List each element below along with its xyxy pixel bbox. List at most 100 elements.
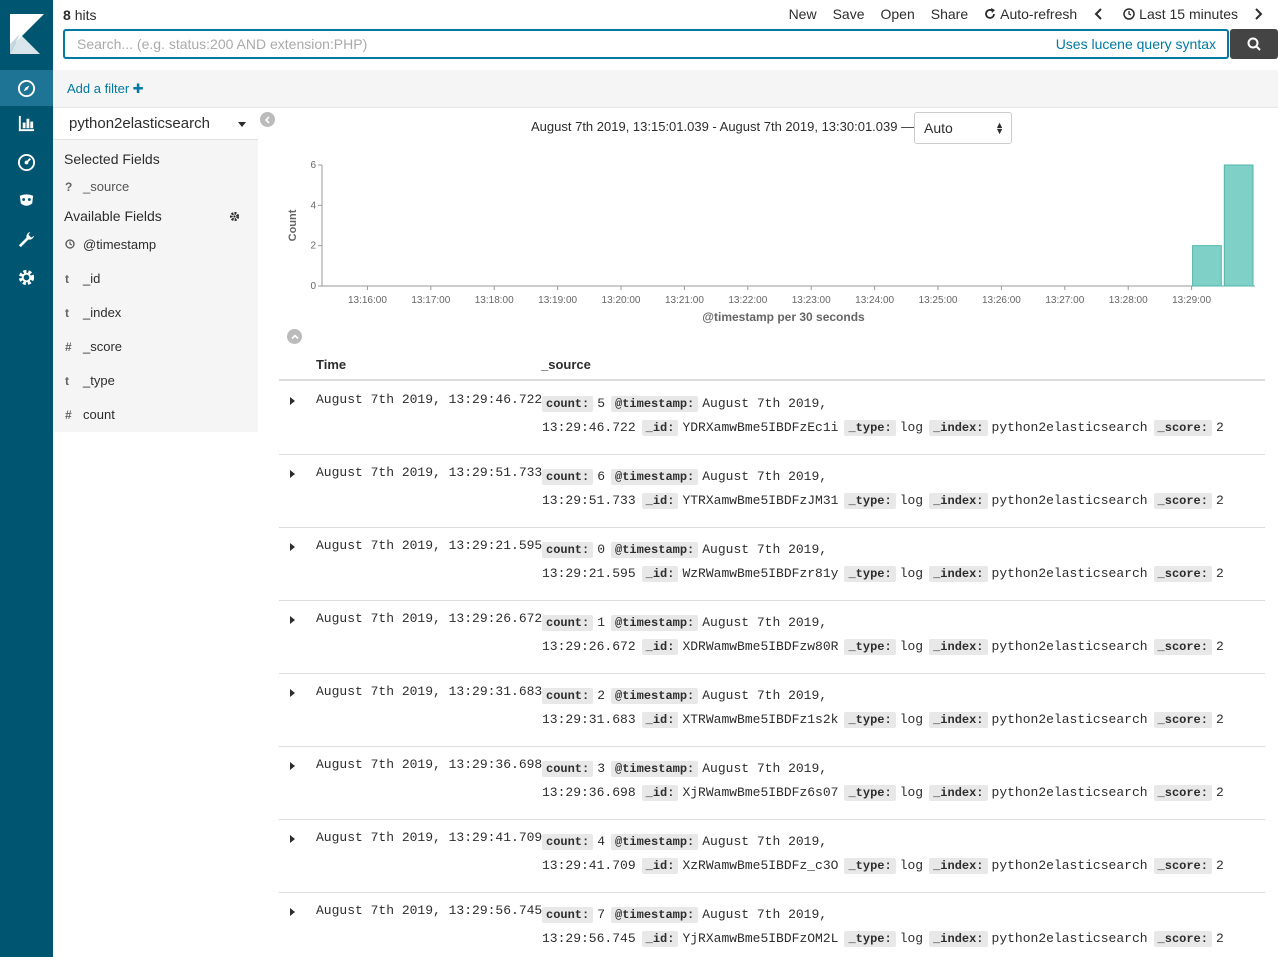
expand-row-icon[interactable] xyxy=(290,470,295,478)
field-settings-button[interactable] xyxy=(229,209,240,225)
expand-row-icon[interactable] xyxy=(290,835,295,843)
row-source: count: 0 @timestamp: August 7th 2019, 13:29… xyxy=(542,538,1242,586)
nav-discover[interactable] xyxy=(0,70,53,106)
y-tick-label: 4 xyxy=(310,200,316,211)
row-source: count: 5 @timestamp: August 7th 2019, 13:29… xyxy=(542,392,1242,440)
x-axis-label: @timestamp per 30 seconds xyxy=(702,310,865,324)
field-item[interactable]: t _type xyxy=(65,373,115,388)
source-key: _type: xyxy=(844,785,896,801)
row-time: August 7th 2019, 13:29:26.672 xyxy=(316,611,543,626)
field-item[interactable]: @timestamp xyxy=(65,237,156,252)
histogram-bar xyxy=(1223,164,1254,287)
source-key: _score: xyxy=(1153,858,1212,874)
source-value: python2elasticsearch xyxy=(991,493,1148,508)
time-next-button[interactable] xyxy=(1254,8,1268,20)
source-key: @timestamp: xyxy=(611,396,699,412)
field-name: _score xyxy=(83,339,123,354)
nav-dev-tools[interactable] xyxy=(0,221,53,257)
field-type-icon: ? xyxy=(65,179,73,194)
row-source: count: 3 @timestamp: August 7th 2019, 13:29… xyxy=(542,757,1242,805)
save-button[interactable]: Save xyxy=(833,6,865,22)
new-button[interactable]: New xyxy=(789,6,817,22)
source-value: 3 xyxy=(597,761,606,776)
source-value: python2elasticsearch xyxy=(991,566,1148,581)
time-prev-button[interactable] xyxy=(1093,8,1107,20)
nav-dashboard[interactable] xyxy=(0,144,53,180)
source-value: python2elasticsearch xyxy=(991,712,1148,727)
chevron-right-icon xyxy=(1255,8,1263,20)
open-button[interactable]: Open xyxy=(881,6,915,22)
source-key: count: xyxy=(542,469,594,485)
field-item[interactable]: t _index xyxy=(65,305,121,320)
source-key: _id: xyxy=(641,712,679,728)
hits-counter: 8 hits xyxy=(63,7,96,23)
source-key: _index: xyxy=(929,639,988,655)
search-input[interactable] xyxy=(63,29,1229,59)
x-tick-label: 13:22:00 xyxy=(728,295,767,306)
time-column-header[interactable]: Time xyxy=(316,357,346,372)
time-picker-button[interactable]: Last 15 minutes xyxy=(1123,6,1238,22)
side-nav xyxy=(0,0,53,957)
histogram-svg: 0 2 4 6 13:16:00 13:17:00 13:18:00 13:19:00 13:2… xyxy=(287,160,1255,324)
expand-row-icon[interactable] xyxy=(290,543,295,551)
source-value: XDRWamwBme5IBDFzw80R xyxy=(682,639,839,654)
field-item[interactable]: t _id xyxy=(65,271,100,286)
interval-select[interactable]: Auto ▲ ▼ xyxy=(914,112,1012,144)
field-item[interactable]: # count xyxy=(65,407,115,422)
source-value: 2 xyxy=(1215,420,1224,435)
top-menu: New Save Open Share Auto-refresh Last 15… xyxy=(773,6,1268,22)
x-tick-label: 13:20:00 xyxy=(602,295,641,306)
expand-row-icon[interactable] xyxy=(290,689,295,697)
field-type-icon: t xyxy=(65,271,69,286)
row-source: count: 7 @timestamp: August 7th 2019, 13:29… xyxy=(542,903,1242,951)
toggle-chart-button[interactable] xyxy=(287,329,302,344)
field-name: _index xyxy=(83,305,122,320)
expand-row-icon[interactable] xyxy=(290,397,295,405)
source-value: log xyxy=(899,712,924,727)
table-row[interactable]: August 7th 2019, 13:29:26.672 count: 1 @tim… xyxy=(279,601,1265,674)
lucene-syntax-link[interactable]: Uses lucene query syntax xyxy=(1056,36,1216,52)
table-row[interactable]: August 7th 2019, 13:29:21.595 count: 0 @tim… xyxy=(279,528,1265,601)
source-value: 2 xyxy=(1215,931,1224,946)
field-type-icon: t xyxy=(65,305,69,320)
y-axis-label: Count xyxy=(287,209,299,241)
interval-value: Auto xyxy=(924,120,953,136)
nav-management[interactable] xyxy=(0,259,53,295)
source-value: 2 xyxy=(1215,566,1224,581)
collapse-sidebar-button[interactable] xyxy=(260,112,275,127)
expand-row-icon[interactable] xyxy=(290,908,295,916)
table-row[interactable]: August 7th 2019, 13:29:46.722 count: 5 @tim… xyxy=(279,382,1265,455)
source-key: _type: xyxy=(844,420,896,436)
source-value: python2elasticsearch xyxy=(991,858,1148,873)
source-value: WzRWamwBme5IBDFzr81y xyxy=(682,566,839,581)
add-filter-button[interactable]: Add a filter ✚ xyxy=(67,81,144,97)
x-tick-label: 13:29:00 xyxy=(1172,295,1211,306)
source-value: python2elasticsearch xyxy=(991,420,1148,435)
source-value: 2 xyxy=(1215,493,1224,508)
table-row[interactable]: August 7th 2019, 13:29:41.709 count: 4 @tim… xyxy=(279,820,1265,893)
index-pattern-select[interactable]: python2elasticsearch xyxy=(53,108,258,140)
share-button[interactable]: Share xyxy=(931,6,968,22)
kibana-logo[interactable] xyxy=(0,0,53,70)
table-row[interactable]: August 7th 2019, 13:29:51.733 count: 6 @tim… xyxy=(279,455,1265,528)
table-row[interactable]: August 7th 2019, 13:29:36.698 count: 3 @tim… xyxy=(279,747,1265,820)
expand-row-icon[interactable] xyxy=(290,762,295,770)
field-item[interactable]: ? _source xyxy=(65,179,129,194)
source-column-header[interactable]: _source xyxy=(541,357,591,372)
expand-row-icon[interactable] xyxy=(290,616,295,624)
row-source: count: 2 @timestamp: August 7th 2019, 13:29… xyxy=(542,684,1242,732)
table-row[interactable]: August 7th 2019, 13:29:56.745 count: 7 @tim… xyxy=(279,893,1265,957)
nav-visualize[interactable] xyxy=(0,105,53,141)
source-value: log xyxy=(899,493,924,508)
nav-timelion[interactable] xyxy=(0,182,53,218)
y-tick-label: 2 xyxy=(310,241,316,252)
histogram-bar xyxy=(1192,245,1222,287)
table-row[interactable]: August 7th 2019, 13:29:31.683 count: 2 @tim… xyxy=(279,674,1265,747)
row-source: count: 4 @timestamp: August 7th 2019, 13:29… xyxy=(542,830,1242,878)
auto-refresh-button[interactable]: Auto-refresh xyxy=(984,6,1077,22)
search-button[interactable] xyxy=(1230,29,1278,59)
source-key: _score: xyxy=(1153,566,1212,582)
field-item[interactable]: # _score xyxy=(65,339,122,354)
source-key: _index: xyxy=(929,785,988,801)
source-value: python2elasticsearch xyxy=(991,639,1148,654)
